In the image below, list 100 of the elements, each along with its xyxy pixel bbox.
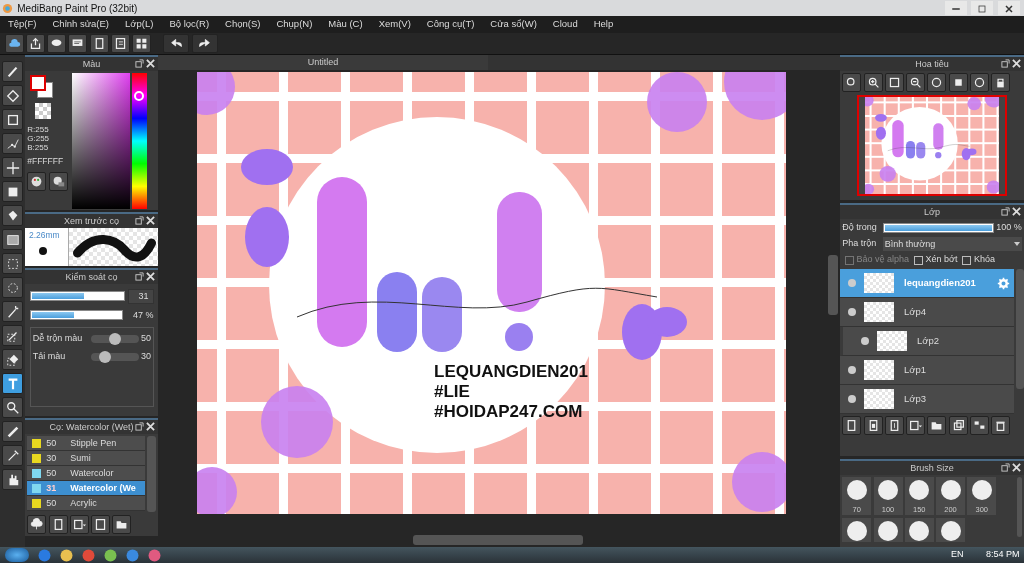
checkbox[interactable]: Khóa <box>961 253 995 267</box>
pen-tool[interactable] <box>2 325 23 346</box>
brush-size-preset[interactable] <box>904 517 934 542</box>
layer-item[interactable]: Lớp4 <box>840 298 1014 327</box>
fit-screen-button[interactable] <box>884 73 904 93</box>
document-button[interactable] <box>89 34 109 53</box>
cloud-download-button[interactable] <box>27 514 47 534</box>
browser-icon[interactable] <box>37 548 51 562</box>
menu-item[interactable]: Chọn(S) <box>217 17 269 32</box>
brush-value-bar[interactable] <box>29 291 126 302</box>
add-layer-button[interactable] <box>906 416 925 436</box>
brush-size-preset[interactable] <box>842 517 872 542</box>
new-brush-button[interactable] <box>48 514 68 534</box>
visibility-icon[interactable] <box>848 366 856 374</box>
menu-item[interactable]: Help <box>585 17 622 32</box>
zoom-out-button[interactable] <box>906 73 925 93</box>
checklist-button[interactable] <box>110 34 130 53</box>
folder-icon[interactable] <box>59 548 73 562</box>
cloud-button[interactable] <box>4 34 24 53</box>
folder-button[interactable] <box>112 514 132 534</box>
dashed-square-tool[interactable] <box>2 253 23 274</box>
brush-size-preset[interactable] <box>936 517 965 542</box>
square-tool[interactable] <box>2 181 23 202</box>
app-icon[interactable] <box>125 548 139 562</box>
foreground-color-swatch[interactable] <box>30 75 47 92</box>
slider-thumb[interactable] <box>108 332 121 345</box>
menu-item[interactable]: Xem(V) <box>370 17 419 32</box>
layer-item[interactable]: Lớp3 <box>840 385 1014 414</box>
slider-thumb[interactable] <box>99 350 112 363</box>
app-icon[interactable] <box>103 548 117 562</box>
brush-value-bar[interactable] <box>29 310 124 321</box>
rectangle-tool[interactable] <box>2 109 23 130</box>
menu-item[interactable]: Màu (C) <box>320 17 371 32</box>
app-icon[interactable] <box>147 548 161 562</box>
brush-size-preset[interactable] <box>873 517 903 542</box>
text-tool[interactable] <box>2 373 23 394</box>
drawing-canvas[interactable]: LEQUANGDIEN201 #LIE #HOIDAP247.COM <box>197 72 787 515</box>
layer-item[interactable]: Lớp2 <box>840 327 1014 356</box>
delete-button[interactable] <box>991 416 1010 436</box>
menu-item[interactable]: Cloud <box>544 17 586 32</box>
share-button[interactable] <box>25 34 45 53</box>
brush-settings-button[interactable] <box>91 514 110 534</box>
visibility-icon[interactable] <box>848 308 856 316</box>
language-indicator[interactable]: EN <box>950 548 964 562</box>
redo-button[interactable] <box>191 34 218 53</box>
saturation-value-picker[interactable] <box>71 73 130 210</box>
clock[interactable]: 8:54 PM <box>985 548 1020 562</box>
horizontal-scrollbar[interactable] <box>413 535 583 545</box>
duplicate-button[interactable] <box>948 416 968 436</box>
brush-list-item[interactable]: 50 Stipple Pen <box>27 436 145 452</box>
hue-handle[interactable] <box>133 90 144 101</box>
slider-track[interactable] <box>90 334 139 343</box>
eraser-tool[interactable] <box>2 85 23 106</box>
brush-list-item[interactable]: 30 Sumi <box>27 451 145 467</box>
checkbox[interactable]: Xén bớt <box>913 253 958 267</box>
close-button[interactable] <box>997 1 1020 15</box>
blend-mode-dropdown[interactable]: Bình thường <box>882 237 1022 251</box>
brush-list-item[interactable]: 50 Acrylic <box>27 496 145 512</box>
visibility-icon[interactable] <box>861 337 869 345</box>
minimize-button[interactable] <box>944 1 967 15</box>
new-layer-button[interactable] <box>884 416 904 436</box>
palette-button[interactable] <box>27 171 47 191</box>
scrollbar[interactable] <box>1016 269 1024 389</box>
comment-button[interactable] <box>68 34 88 53</box>
start-button[interactable] <box>4 548 29 562</box>
document-tab[interactable]: Untitled <box>158 55 488 70</box>
undo-button[interactable] <box>163 34 190 53</box>
menu-item[interactable]: Công cụ(T) <box>418 17 483 32</box>
hue-slider[interactable] <box>131 73 147 210</box>
palette-settings-button[interactable] <box>48 171 68 191</box>
polyline-tool[interactable] <box>2 133 23 154</box>
move-tool[interactable] <box>2 157 23 178</box>
new-layer-button[interactable] <box>842 416 862 436</box>
menu-item[interactable]: Chụp(N) <box>268 17 321 32</box>
scrollbar[interactable] <box>1016 477 1022 538</box>
hand-tool[interactable] <box>2 469 23 490</box>
brush-tool[interactable] <box>2 61 23 82</box>
bucket-tool[interactable] <box>2 205 23 226</box>
speech-bubble-button[interactable] <box>47 34 66 53</box>
lock-button[interactable] <box>991 73 1010 93</box>
eraser-tool[interactable] <box>2 349 23 370</box>
layer-item[interactable]: Lớp1 <box>840 356 1014 385</box>
menu-item[interactable]: Bộ lọc(R) <box>161 17 218 32</box>
menu-item[interactable]: Lớp(L) <box>117 17 162 32</box>
vertical-scrollbar[interactable] <box>827 255 838 315</box>
menu-item[interactable]: Tệp(F) <box>0 17 45 32</box>
menu-item[interactable]: Cửa sổ(W) <box>482 17 545 32</box>
brush-list-item[interactable]: 50 Watercolor <box>27 466 145 482</box>
zoom-in-button[interactable] <box>863 73 883 93</box>
dashed-circle-tool[interactable] <box>2 277 23 298</box>
dropper-tool[interactable] <box>2 445 23 466</box>
scrollbar[interactable] <box>146 436 156 513</box>
transparent-swatch[interactable] <box>35 103 52 120</box>
pen-tool[interactable] <box>2 421 23 442</box>
wand-tool[interactable] <box>2 301 23 322</box>
add-brush-button[interactable] <box>69 514 89 534</box>
slider-track[interactable] <box>90 352 139 361</box>
browser-icon[interactable] <box>81 548 95 562</box>
new-layer-button[interactable] <box>863 416 883 436</box>
visibility-icon[interactable] <box>848 395 856 403</box>
